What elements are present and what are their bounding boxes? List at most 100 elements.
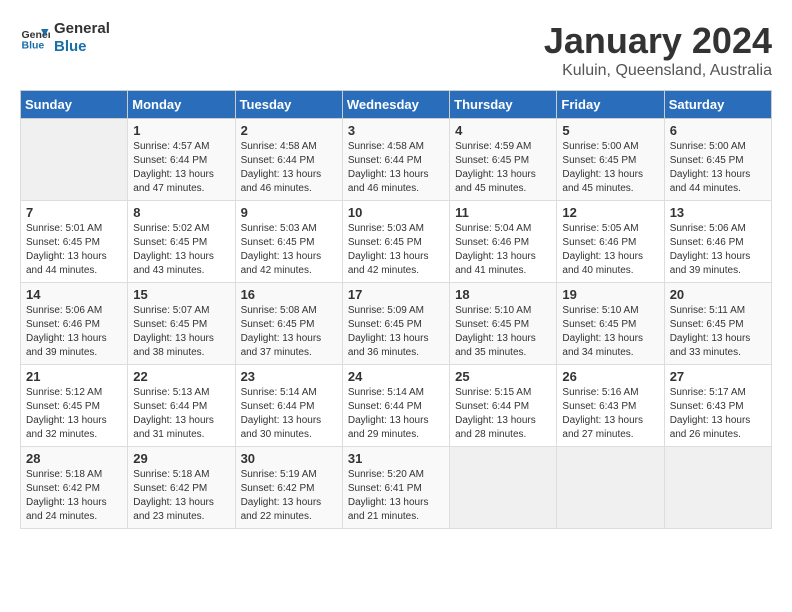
svg-text:Blue: Blue	[22, 40, 45, 52]
day-cell: 6Sunrise: 5:00 AMSunset: 6:45 PMDaylight…	[664, 119, 771, 201]
day-number: 15	[133, 287, 229, 302]
day-info: Sunrise: 5:06 AMSunset: 6:46 PMDaylight:…	[26, 304, 122, 360]
day-cell: 23 Sunrise: 5:14 AMSunset: 6:44 PMDayligh…	[235, 365, 342, 447]
day-info: Sunrise: 5:02 AMSunset: 6:45 PMDaylight:…	[133, 222, 229, 278]
day-info: Sunrise: 5:20 AMSunset: 6:41 PMDaylight:…	[348, 468, 444, 524]
header-tuesday: Tuesday	[235, 91, 342, 119]
day-info: Sunrise: 5:17 AMSunset: 6:43 PMDaylight:…	[670, 386, 766, 442]
logo-icon: General Blue	[20, 23, 50, 53]
day-info: Sunrise: 4:59 AMSunset: 6:45 PMDaylight:…	[455, 140, 551, 196]
day-cell: 31 Sunrise: 5:20 AMSunset: 6:41 PMDayligh…	[342, 447, 449, 529]
week-row-2: 7 Sunrise: 5:01 AMSunset: 6:45 PMDaylight…	[21, 201, 772, 283]
header-wednesday: Wednesday	[342, 91, 449, 119]
day-number: 2	[241, 123, 337, 138]
day-cell: 10Sunrise: 5:03 AMSunset: 6:45 PMDayligh…	[342, 201, 449, 283]
day-cell: 19Sunrise: 5:10 AMSunset: 6:45 PMDayligh…	[557, 283, 664, 365]
day-number: 30	[241, 451, 337, 466]
day-number: 16	[241, 287, 337, 302]
day-number: 31	[348, 451, 444, 466]
day-cell: 15 Sunrise: 5:07 AMSunset: 6:45 PMDayligh…	[128, 283, 235, 365]
week-row-1: 1 Sunrise: 4:57 AMSunset: 6:44 PMDaylight…	[21, 119, 772, 201]
logo-line1: General	[54, 20, 110, 38]
day-cell	[664, 447, 771, 529]
day-info: Sunrise: 4:57 AMSunset: 6:44 PMDaylight:…	[133, 140, 229, 196]
day-cell: 20 Sunrise: 5:11 AMSunset: 6:45 PMDayligh…	[664, 283, 771, 365]
header: General Blue General Blue January 2024 K…	[20, 20, 772, 80]
day-cell: 13 Sunrise: 5:06 AMSunset: 6:46 PMDayligh…	[664, 201, 771, 283]
day-number: 27	[670, 369, 766, 384]
day-number: 3	[348, 123, 444, 138]
day-cell: 22 Sunrise: 5:13 AMSunset: 6:44 PMDayligh…	[128, 365, 235, 447]
day-number: 20	[670, 287, 766, 302]
logo-line2: Blue	[54, 38, 110, 56]
day-number: 21	[26, 369, 122, 384]
day-info: Sunrise: 5:04 AMSunset: 6:46 PMDaylight:…	[455, 222, 551, 278]
header-sunday: Sunday	[21, 91, 128, 119]
day-info: Sunrise: 5:18 AMSunset: 6:42 PMDaylight:…	[26, 468, 122, 524]
day-cell: 5 Sunrise: 5:00 AMSunset: 6:45 PMDaylight…	[557, 119, 664, 201]
day-number: 1	[133, 123, 229, 138]
day-number: 17	[348, 287, 444, 302]
day-number: 6	[670, 123, 766, 138]
day-number: 9	[241, 205, 337, 220]
day-number: 8	[133, 205, 229, 220]
day-cell	[557, 447, 664, 529]
day-cell: 11Sunrise: 5:04 AMSunset: 6:46 PMDayligh…	[450, 201, 557, 283]
day-info: Sunrise: 5:11 AMSunset: 6:45 PMDaylight:…	[670, 304, 766, 360]
day-info: Sunrise: 5:13 AMSunset: 6:44 PMDaylight:…	[133, 386, 229, 442]
day-number: 25	[455, 369, 551, 384]
day-cell: 4 Sunrise: 4:59 AMSunset: 6:45 PMDaylight…	[450, 119, 557, 201]
day-number: 28	[26, 451, 122, 466]
day-info: Sunrise: 5:07 AMSunset: 6:45 PMDaylight:…	[133, 304, 229, 360]
day-cell: 26Sunrise: 5:16 AMSunset: 6:43 PMDayligh…	[557, 365, 664, 447]
day-info: Sunrise: 5:03 AMSunset: 6:45 PMDaylight:…	[241, 222, 337, 278]
day-number: 18	[455, 287, 551, 302]
day-cell: 18 Sunrise: 5:10 AMSunset: 6:45 PMDayligh…	[450, 283, 557, 365]
day-cell	[450, 447, 557, 529]
day-info: Sunrise: 5:00 AMSunset: 6:45 PMDaylight:…	[562, 140, 658, 196]
day-number: 13	[670, 205, 766, 220]
day-number: 24	[348, 369, 444, 384]
header-row: SundayMondayTuesdayWednesdayThursdayFrid…	[21, 91, 772, 119]
day-number: 4	[455, 123, 551, 138]
day-cell: 16 Sunrise: 5:08 AMSunset: 6:45 PMDayligh…	[235, 283, 342, 365]
day-info: Sunrise: 5:14 AMSunset: 6:44 PMDaylight:…	[241, 386, 337, 442]
day-cell: 9 Sunrise: 5:03 AMSunset: 6:45 PMDaylight…	[235, 201, 342, 283]
day-cell: 1 Sunrise: 4:57 AMSunset: 6:44 PMDaylight…	[128, 119, 235, 201]
day-number: 22	[133, 369, 229, 384]
day-number: 12	[562, 205, 658, 220]
day-number: 23	[241, 369, 337, 384]
day-cell: 28 Sunrise: 5:18 AMSunset: 6:42 PMDayligh…	[21, 447, 128, 529]
day-info: Sunrise: 5:10 AMSunset: 6:45 PMDaylight:…	[562, 304, 658, 360]
day-info: Sunrise: 5:10 AMSunset: 6:45 PMDaylight:…	[455, 304, 551, 360]
day-number: 26	[562, 369, 658, 384]
day-cell: 2Sunrise: 4:58 AMSunset: 6:44 PMDaylight…	[235, 119, 342, 201]
day-number: 5	[562, 123, 658, 138]
day-info: Sunrise: 5:09 AMSunset: 6:45 PMDaylight:…	[348, 304, 444, 360]
day-info: Sunrise: 5:18 AMSunset: 6:42 PMDaylight:…	[133, 468, 229, 524]
calendar-table: SundayMondayTuesdayWednesdayThursdayFrid…	[20, 90, 772, 529]
day-info: Sunrise: 5:06 AMSunset: 6:46 PMDaylight:…	[670, 222, 766, 278]
day-info: Sunrise: 5:05 AMSunset: 6:46 PMDaylight:…	[562, 222, 658, 278]
day-number: 7	[26, 205, 122, 220]
day-cell: 3Sunrise: 4:58 AMSunset: 6:44 PMDaylight…	[342, 119, 449, 201]
day-info: Sunrise: 5:01 AMSunset: 6:45 PMDaylight:…	[26, 222, 122, 278]
day-info: Sunrise: 5:14 AMSunset: 6:44 PMDaylight:…	[348, 386, 444, 442]
title-section: January 2024 Kuluin, Queensland, Austral…	[544, 20, 772, 80]
day-cell: 24 Sunrise: 5:14 AMSunset: 6:44 PMDayligh…	[342, 365, 449, 447]
header-monday: Monday	[128, 91, 235, 119]
logo: General Blue General Blue	[20, 20, 110, 56]
day-number: 29	[133, 451, 229, 466]
day-cell: 12 Sunrise: 5:05 AMSunset: 6:46 PMDayligh…	[557, 201, 664, 283]
day-cell: 17 Sunrise: 5:09 AMSunset: 6:45 PMDayligh…	[342, 283, 449, 365]
header-thursday: Thursday	[450, 91, 557, 119]
day-cell: 30Sunrise: 5:19 AMSunset: 6:42 PMDayligh…	[235, 447, 342, 529]
day-info: Sunrise: 5:15 AMSunset: 6:44 PMDaylight:…	[455, 386, 551, 442]
day-cell	[21, 119, 128, 201]
day-info: Sunrise: 5:08 AMSunset: 6:45 PMDaylight:…	[241, 304, 337, 360]
week-row-3: 14Sunrise: 5:06 AMSunset: 6:46 PMDayligh…	[21, 283, 772, 365]
header-saturday: Saturday	[664, 91, 771, 119]
day-cell: 7 Sunrise: 5:01 AMSunset: 6:45 PMDaylight…	[21, 201, 128, 283]
day-cell: 8 Sunrise: 5:02 AMSunset: 6:45 PMDaylight…	[128, 201, 235, 283]
day-cell: 14Sunrise: 5:06 AMSunset: 6:46 PMDayligh…	[21, 283, 128, 365]
